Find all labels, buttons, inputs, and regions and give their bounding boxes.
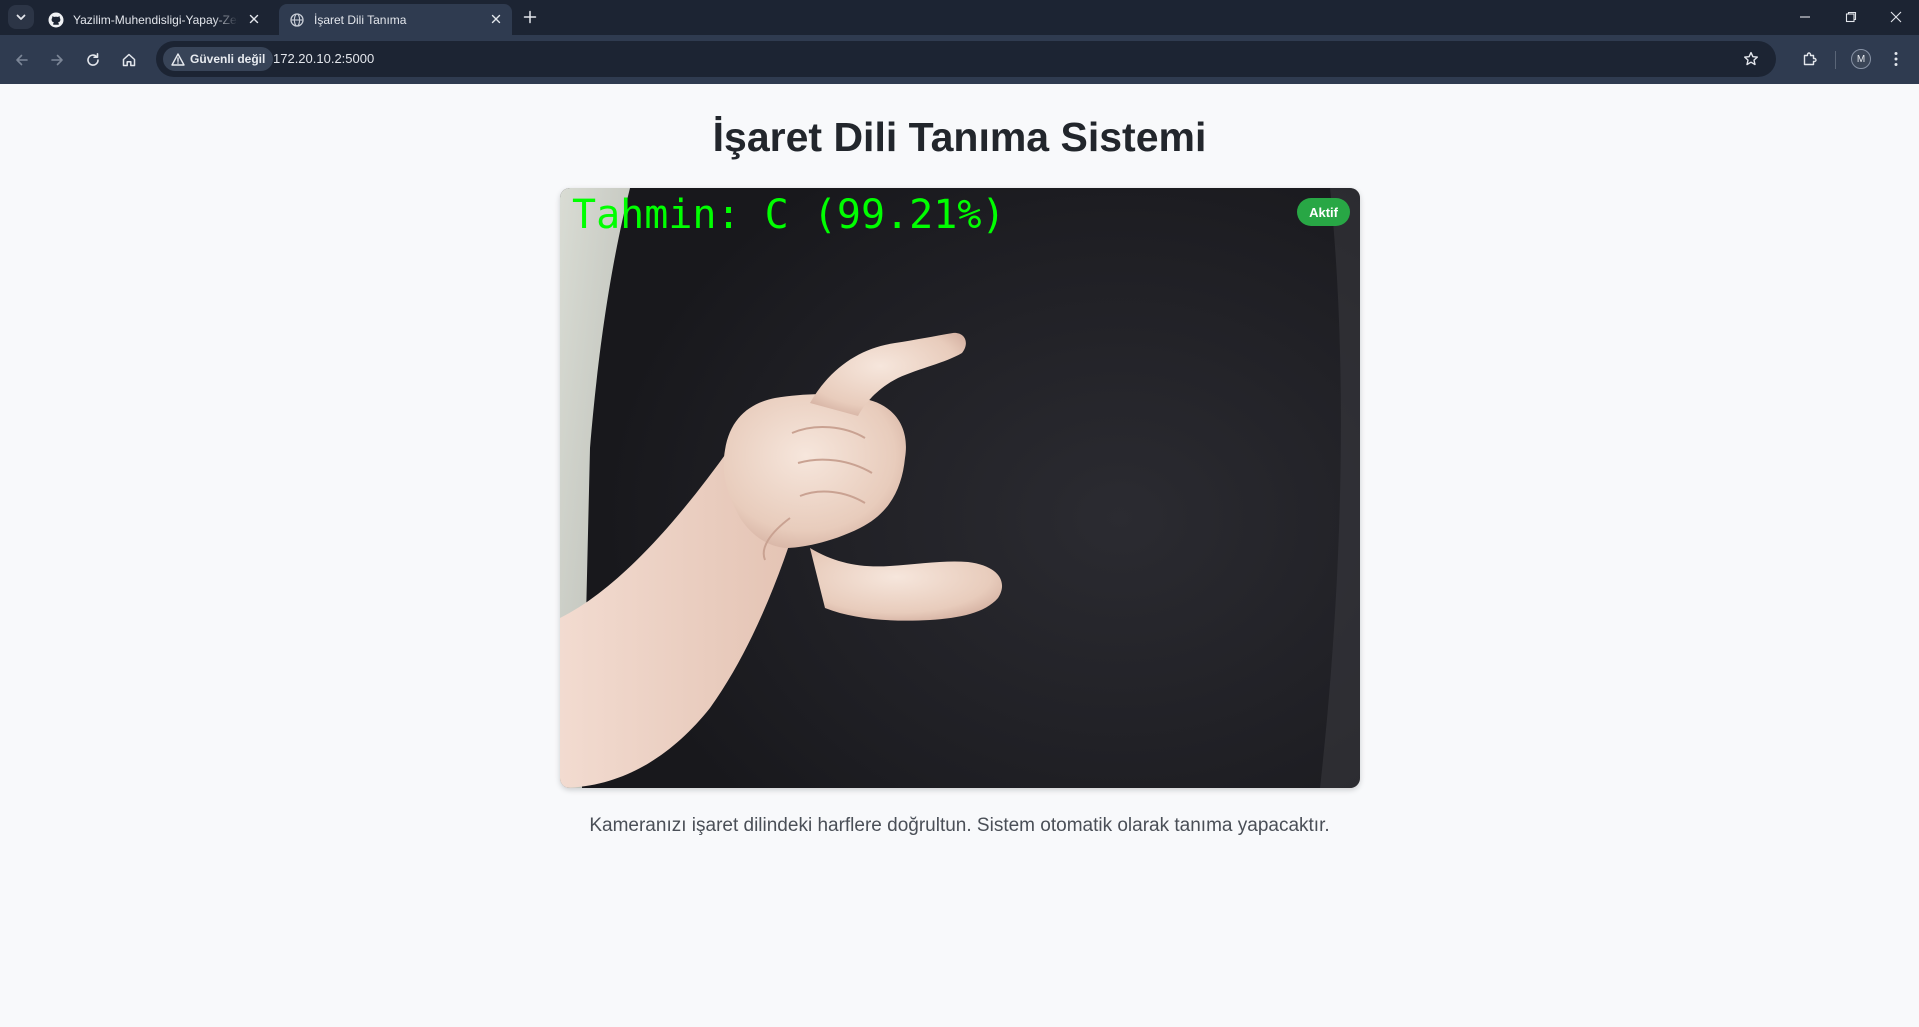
instructions-text: Kameranızı işaret dilindeki harflere doğ… <box>589 815 1330 836</box>
plus-icon <box>523 10 537 24</box>
tab-title: İşaret Dili Tanıma <box>314 12 407 27</box>
star-icon <box>1744 51 1758 66</box>
prediction-overlay-text: Tahmin: C (99.21%) <box>572 192 1006 238</box>
globe-icon <box>289 12 305 28</box>
profile-avatar[interactable]: M <box>1851 49 1871 69</box>
minimize-icon <box>1800 16 1810 18</box>
tab-search-button[interactable] <box>8 5 34 29</box>
tab-isaret-dili[interactable]: İşaret Dili Tanıma <box>279 4 512 35</box>
back-button[interactable] <box>9 47 35 73</box>
close-tab-icon[interactable] <box>246 11 262 27</box>
close-icon <box>1890 11 1902 23</box>
more-vertical-icon <box>1894 52 1898 66</box>
restore-icon <box>1845 11 1857 23</box>
tab-title: Yazilim-Muhendisligi-Yapay-Zeka <box>73 12 238 27</box>
toolbar-divider <box>1835 51 1836 69</box>
status-badge: Aktif <box>1297 198 1350 226</box>
close-window-button[interactable] <box>1873 0 1919 34</box>
security-label: Güvenli değil <box>190 52 266 66</box>
page-title: İşaret Dili Tanıma Sistemi <box>712 114 1207 160</box>
puzzle-icon <box>1803 52 1817 66</box>
home-button[interactable] <box>116 47 142 73</box>
camera-frame-image <box>560 188 1360 788</box>
arrow-right-icon <box>51 54 63 66</box>
chevron-down-icon <box>16 14 26 20</box>
github-icon <box>48 12 64 28</box>
camera-video-feed: Tahmin: C (99.21%) Aktif <box>560 188 1360 788</box>
address-bar[interactable]: Güvenli değil 172.20.10.2:5000 <box>156 41 1776 77</box>
browser-toolbar: Güvenli değil 172.20.10.2:5000 M <box>0 35 1919 84</box>
close-tab-icon[interactable] <box>488 11 504 27</box>
browser-menu-button[interactable] <box>1886 49 1906 69</box>
url-text[interactable]: 172.20.10.2:5000 <box>273 51 374 66</box>
minimize-button[interactable] <box>1782 0 1828 34</box>
extensions-button[interactable] <box>1797 46 1823 72</box>
new-tab-button[interactable] <box>520 7 540 27</box>
restore-button[interactable] <box>1828 0 1874 34</box>
reload-icon <box>87 53 99 66</box>
security-indicator[interactable]: Güvenli değil <box>163 47 274 71</box>
arrow-left-icon <box>16 54 28 66</box>
browser-tab-bar: Yazilim-Muhendisligi-Yapay-Zeka İşaret D… <box>0 0 1919 35</box>
warning-icon <box>171 52 185 66</box>
home-icon <box>122 53 136 67</box>
forward-button[interactable] <box>44 47 70 73</box>
bookmark-button[interactable] <box>1742 50 1760 68</box>
tab-github[interactable]: Yazilim-Muhendisligi-Yapay-Zeka <box>38 4 270 35</box>
reload-button[interactable] <box>80 47 106 73</box>
